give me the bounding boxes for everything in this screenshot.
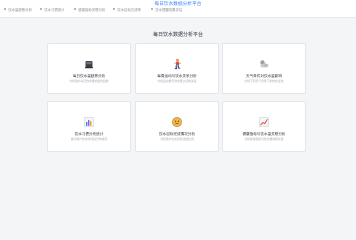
card-description: 分析用户饮水目标达成比例 [160, 137, 194, 141]
card-description: 分析不同天气条件下的饮水变化 [244, 79, 284, 83]
tab-label: 饮水目标达成率 [117, 7, 141, 12]
cup-icon [83, 58, 95, 70]
tab-label: 健康指标关联分析 [78, 7, 106, 12]
weather-icon [258, 58, 270, 70]
tab-label: 饮水提醒效果评估 [155, 7, 183, 12]
card-description: 分析用户每日饮水量的变化趋势 [69, 79, 109, 83]
card-goal-completion[interactable]: 饮水目标完成情况分析 分析用户饮水目标达成比例 [135, 101, 219, 152]
card-description: 分析运动量与饮水量之间的关系 [157, 79, 197, 83]
target-icon [171, 116, 183, 128]
tab-4[interactable]: 饮水目标达成率 [113, 5, 141, 13]
card-weather-impact[interactable]: 天气条件对饮水量影响 分析不同天气条件下的饮水变化 [222, 43, 306, 94]
top-navigation: 饮水量趋势分析 饮水习惯统计 健康指标关联分析 每日饮水数据分析平台 饮水目标达… [0, 0, 356, 18]
card-daily-intake[interactable]: 每日饮水量趋势分析 分析用户每日饮水量的变化趋势 [47, 43, 131, 94]
running-person-icon [171, 58, 183, 70]
tab-dot-icon [40, 7, 43, 11]
tab-label: 饮水量趋势分析 [8, 7, 32, 12]
card-description: 分析健康指标与饮水量的相关性 [244, 137, 284, 141]
tab-5[interactable]: 饮水提醒效果评估 [151, 5, 182, 13]
trend-chart-icon [258, 116, 270, 128]
page-title: 每日饮水数据分析平台 [152, 32, 203, 38]
bar-chart-icon [83, 116, 95, 128]
tab-dot-icon [4, 7, 7, 11]
tab-dot-icon [151, 7, 154, 11]
tab-label: 饮水习惯统计 [44, 7, 65, 12]
card-exercise-relation[interactable]: 每周运动与饮水关系分析 分析运动量与饮水量之间的关系 [135, 43, 219, 94]
card-habit-distribution[interactable]: 饮水习惯分布统计 统计用户饮水时间段分布情况 [47, 101, 131, 152]
card-description: 统计用户饮水时间段分布情况 [70, 137, 108, 141]
card-health-correlation[interactable]: 健康指标与饮水量关联分析 分析健康指标与饮水量的相关性 [222, 101, 306, 152]
tab-dot-icon [74, 7, 77, 11]
tab-dot-icon [113, 7, 116, 11]
